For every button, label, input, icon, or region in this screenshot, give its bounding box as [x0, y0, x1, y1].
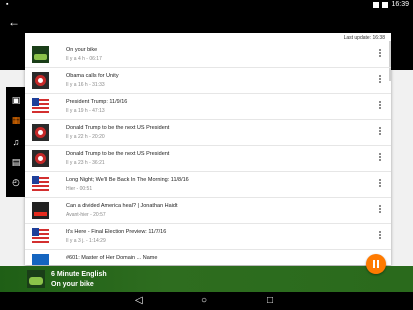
nav-back-icon[interactable]: ◁ [135, 296, 143, 306]
episode-title: President Trump: 11/9/16 [66, 99, 128, 105]
episode-title: Obama calls for Unity [66, 73, 119, 79]
episode-row[interactable]: Obama calls for Unity Il y a 16 h - 31:3… [25, 67, 391, 94]
left-rail: ▣ ▦ ♫ ▤ ◴ [6, 87, 25, 197]
pause-icon [377, 260, 379, 268]
mini-player-thumb-icon [27, 270, 45, 288]
more-icon[interactable] [378, 127, 381, 137]
episode-row[interactable]: Long Night; We'll Be Back In The Morning… [25, 171, 391, 198]
mini-player-episode: On your bike [51, 281, 94, 288]
episode-title: #601: Master of Her Domain ... Name [66, 255, 158, 261]
thumb-ted-icon [32, 202, 49, 219]
episode-meta: Il y a 3 j. - 1:14:29 [66, 238, 106, 244]
pause-icon [373, 260, 375, 268]
episode-title: On your bike [66, 47, 98, 53]
more-icon[interactable] [378, 231, 381, 241]
episode-title: It's Here - Final Election Preview: 11/7… [66, 229, 167, 235]
episode-row[interactable]: Can a divided America heal? | Jonathan H… [25, 197, 391, 224]
more-icon[interactable] [378, 153, 381, 163]
pause-button[interactable] [366, 254, 386, 274]
episode-row[interactable]: Donald Trump to be the next US President… [25, 119, 391, 146]
episode-row[interactable]: #601: Master of Her Domain ... Name [25, 249, 391, 265]
thumb-this-american-life-icon [32, 254, 49, 265]
episode-title: Donald Trump to be the next US President [66, 125, 170, 131]
battery-icon [382, 2, 389, 8]
more-icon[interactable] [378, 205, 381, 215]
thumb-flag-icon [32, 228, 49, 245]
history-icon[interactable]: ◴ [11, 177, 21, 187]
news-icon[interactable]: ▤ [11, 157, 21, 167]
thumb-newshour-icon [32, 72, 49, 89]
thumb-flag-icon [32, 98, 49, 115]
nav-bar: ◁ ○ □ [0, 292, 413, 310]
notification-icon: ▪ [6, 1, 9, 8]
status-time: 16:39 [391, 1, 409, 8]
episode-title: Long Night; We'll Be Back In The Morning… [66, 177, 189, 183]
episode-meta: Avant-hier - 20:57 [66, 212, 106, 218]
podcast-icon[interactable]: ▦ [11, 115, 21, 125]
nav-recents-icon[interactable]: □ [267, 296, 273, 306]
radio-icon[interactable]: ▣ [11, 95, 21, 105]
status-bar: ▪ 16:39 [0, 0, 413, 10]
thumb-newshour-icon [32, 150, 49, 167]
episode-meta: Il y a 16 h - 31:33 [66, 82, 105, 88]
episode-meta: Il y a 23 h - 36:21 [66, 160, 105, 166]
wifi-icon [373, 2, 380, 8]
more-icon[interactable] [378, 101, 381, 111]
episode-row[interactable]: On your bike Il y a 4 h - 06:17 [25, 41, 391, 68]
thumb-6-minute-english-icon [32, 46, 49, 63]
episode-meta: Il y a 4 h - 06:17 [66, 56, 102, 62]
more-icon[interactable] [378, 75, 381, 85]
nav-home-icon[interactable]: ○ [201, 296, 207, 306]
thumb-flag-icon [32, 176, 49, 193]
episode-title: Can a divided America heal? | Jonathan H… [66, 203, 178, 209]
episode-meta: Il y a 22 h - 20:20 [66, 134, 105, 140]
more-icon[interactable] [378, 49, 381, 59]
more-icon[interactable] [378, 179, 381, 189]
episode-list-card: Last update: 16:38 On your bike Il y a 4… [25, 33, 391, 265]
music-icon[interactable]: ♫ [11, 137, 21, 147]
episode-row[interactable]: Donald Trump to be the next US President… [25, 145, 391, 172]
mini-player-show: 6 Minute English [51, 271, 107, 278]
episode-title: Donald Trump to be the next US President [66, 151, 170, 157]
back-arrow-icon[interactable]: ← [8, 16, 20, 28]
episode-row[interactable]: It's Here - Final Election Preview: 11/7… [25, 223, 391, 250]
episode-meta: Il y a 19 h - 47:13 [66, 108, 105, 114]
mini-player[interactable]: 6 Minute English On your bike [0, 266, 413, 292]
episode-meta: Hier - 00:51 [66, 186, 93, 192]
thumb-newshour-icon [32, 124, 49, 141]
episode-row[interactable]: President Trump: 11/9/16 Il y a 19 h - 4… [25, 93, 391, 120]
